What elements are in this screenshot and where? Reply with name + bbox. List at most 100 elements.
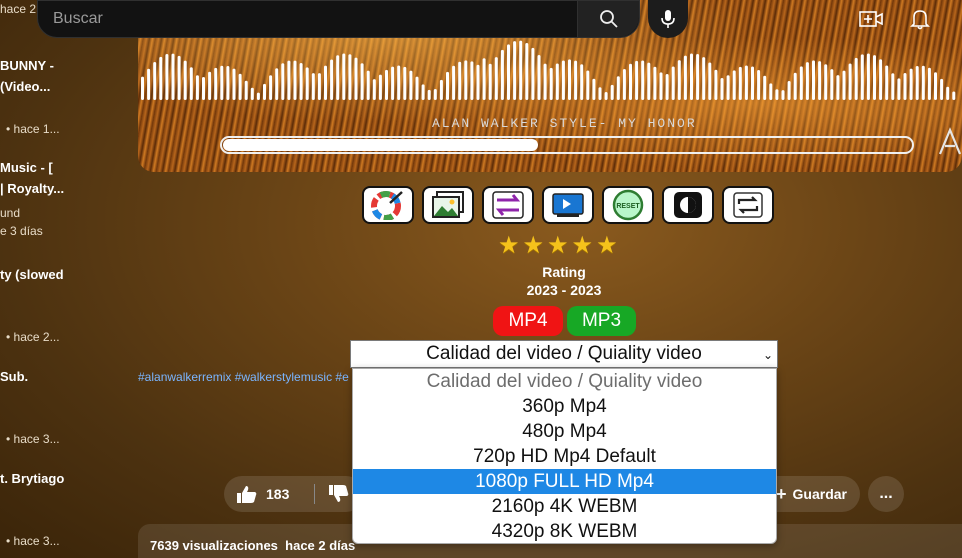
quality-option[interactable]: 4320p 8K WEBM <box>353 519 776 544</box>
sidebar-meta: • hace 1... <box>6 122 60 136</box>
visualizer-bar <box>598 87 602 100</box>
progress-bar[interactable] <box>220 136 914 154</box>
swap-button[interactable] <box>482 186 534 224</box>
rating-stars: ★ ★ ★ ★ ★ <box>498 234 618 258</box>
star-icon[interactable]: ★ <box>572 234 594 258</box>
thumbs-up-icon <box>237 486 257 503</box>
quality-select[interactable]: Calidad del video / Quiality video ⌄ <box>350 340 778 368</box>
visualizer-bar <box>561 60 565 100</box>
visualizer-bar <box>946 86 950 100</box>
create-video-button[interactable] <box>859 8 883 30</box>
visualizer-bar <box>555 63 559 100</box>
contrast-icon <box>674 192 702 218</box>
visualizer-bar <box>885 65 889 100</box>
quality-option[interactable]: 480p Mp4 <box>353 419 776 444</box>
visualizer-bar <box>848 63 852 100</box>
sidebar-item-title: Sub. <box>0 369 29 384</box>
visualizer-bar <box>287 60 291 100</box>
quality-option[interactable]: 2160p 4K WEBM <box>353 494 776 519</box>
quality-select-value: Calidad del video / Quiality video <box>426 343 702 364</box>
visualizer-bar <box>250 87 254 100</box>
sidebar-item-title: Music - [ <box>0 160 53 175</box>
visualizer-bar <box>378 74 382 100</box>
visualizer-bar <box>751 66 754 100</box>
visualizer-bar <box>464 60 468 100</box>
mp3-button[interactable]: MP3 <box>567 306 636 336</box>
color-picker-icon <box>371 191 403 220</box>
visualizer-bar <box>165 53 169 100</box>
color-picker-button[interactable] <box>362 186 414 224</box>
visualizer-bar <box>696 54 700 100</box>
search-button[interactable] <box>577 1 639 37</box>
visualizer-bar <box>427 89 431 100</box>
visualizer-bar <box>403 66 407 100</box>
reset-button[interactable]: RESET <box>602 186 654 224</box>
visualizer-bar <box>641 60 645 100</box>
visualizer-bar <box>446 71 449 100</box>
like-button[interactable]: 183 <box>236 484 289 504</box>
visualizer-bar <box>775 89 779 100</box>
visualizer-bar <box>757 70 761 100</box>
like-dislike-group: 183 <box>224 476 364 512</box>
visualizer-bar <box>714 69 718 100</box>
display-button[interactable] <box>542 186 594 224</box>
star-icon[interactable]: ★ <box>498 234 520 258</box>
visualizer-bar <box>543 63 547 100</box>
quality-option[interactable]: 360p Mp4 <box>353 394 776 419</box>
visualizer-bar <box>677 60 681 100</box>
visualizer-bar <box>525 42 529 100</box>
visualizer-bar <box>860 54 864 100</box>
plus-icon: + <box>776 483 787 504</box>
visualizer-bar <box>232 68 236 100</box>
visualizer-bar <box>458 61 462 100</box>
svg-text:RESET: RESET <box>616 203 640 210</box>
visualizer-bar <box>647 62 651 100</box>
thumbs-down-icon <box>329 485 349 502</box>
quality-option[interactable]: Calidad del video / Quiality video <box>353 369 776 394</box>
visualizer-bar <box>708 62 712 100</box>
star-icon[interactable]: ★ <box>547 234 569 258</box>
visualizer-bar <box>610 84 614 100</box>
star-icon[interactable]: ★ <box>523 234 545 258</box>
reset-icon: RESET <box>612 189 644 221</box>
save-label: Guardar <box>792 486 847 502</box>
quality-option[interactable]: 720p HD Mp4 Default <box>353 444 776 469</box>
repeat-button[interactable] <box>722 186 774 224</box>
save-button[interactable]: + Guardar <box>776 476 860 512</box>
sidebar-item-title: BUNNY - <box>0 58 54 73</box>
dislike-button[interactable] <box>328 484 350 509</box>
visualizer-bar <box>787 80 791 100</box>
visualizer-bar <box>189 67 193 100</box>
quality-option-highlighted[interactable]: 1080p FULL HD Mp4 <box>353 469 776 494</box>
visualizer-bar <box>226 65 230 100</box>
visualizer-bar <box>500 49 504 100</box>
visualizer-bar <box>940 78 944 100</box>
visualizer-bar <box>147 68 151 100</box>
more-options-button[interactable]: ... <box>868 476 904 512</box>
rating-label: Rating <box>542 264 586 280</box>
search-input[interactable] <box>38 1 577 37</box>
visualizer-bar <box>915 66 919 100</box>
notifications-button[interactable] <box>908 8 932 30</box>
sidebar-item-title: | Royalty... <box>0 181 65 196</box>
visualizer-bar <box>433 89 437 100</box>
visualizer-bar <box>604 92 608 100</box>
visualizer-bar <box>854 57 858 100</box>
contrast-button[interactable] <box>662 186 714 224</box>
visualizer-bar <box>702 57 706 100</box>
mp4-button[interactable]: MP4 <box>493 306 563 336</box>
visualizer-bar <box>141 76 144 100</box>
visualizer-bar <box>488 63 492 100</box>
divider <box>314 484 315 504</box>
image-button[interactable] <box>422 186 474 224</box>
visualizer-bar <box>494 57 498 100</box>
progress-fill <box>223 139 538 151</box>
visualizer-bar <box>866 53 870 100</box>
visualizer-bar <box>781 90 785 100</box>
visualizer-bar <box>195 75 199 100</box>
star-icon[interactable]: ★ <box>596 234 618 258</box>
visualizer-bar <box>470 61 474 100</box>
hashtags[interactable]: #alanwalkerremix #walkerstylemusic #e <box>138 370 350 384</box>
visualizer-bar <box>744 65 748 100</box>
display-icon <box>552 193 584 217</box>
